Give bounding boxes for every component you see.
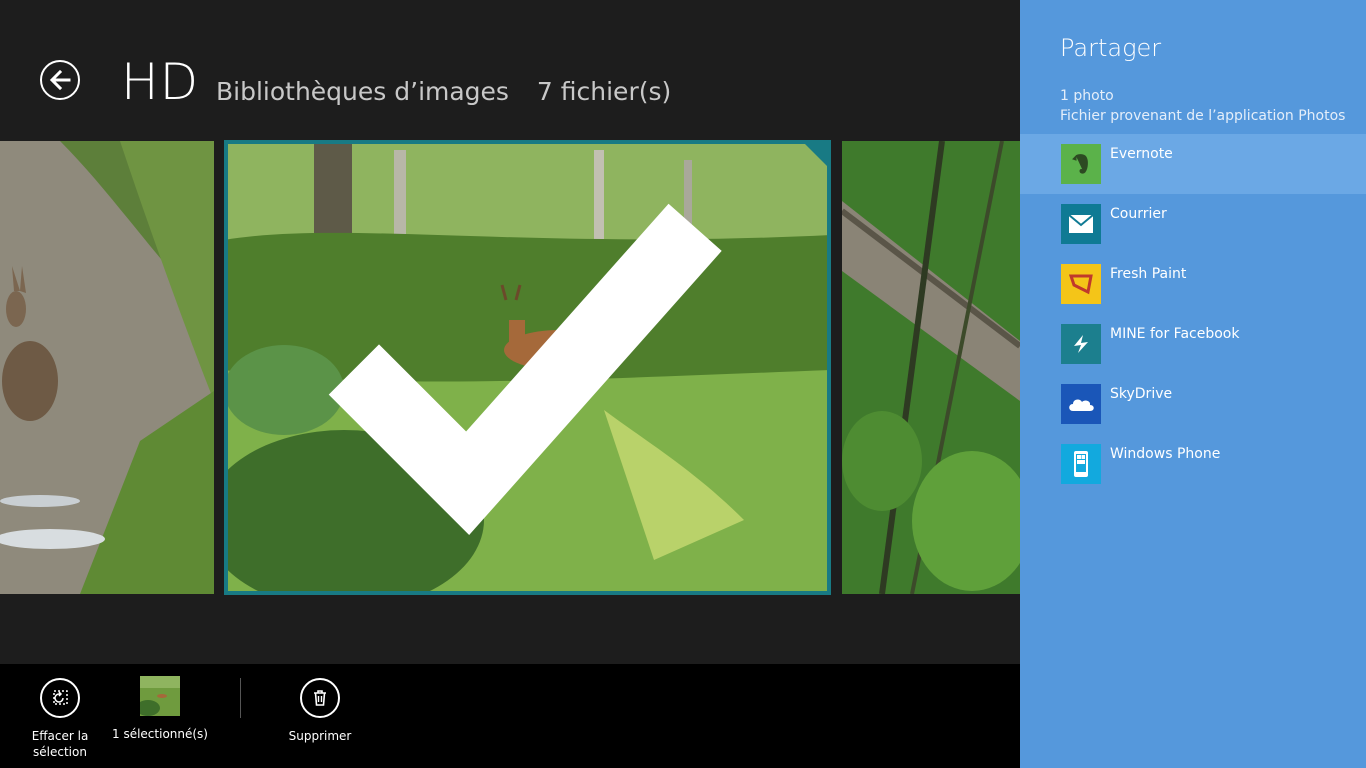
share-target-label: Fresh Paint: [1110, 266, 1187, 282]
selected-thumbnail: [140, 676, 180, 716]
selected-items-button[interactable]: 1 sélectionné(s): [110, 676, 210, 742]
clear-selection-label: Effacer la sélection: [31, 729, 89, 759]
photo-rabbit[interactable]: [0, 141, 214, 594]
share-info: 1 photo Fichier provenant de l’applicati…: [1060, 86, 1345, 126]
mine-facebook-icon: [1061, 324, 1101, 364]
photo-forest[interactable]: [842, 141, 1020, 594]
photo-deer-selected[interactable]: [224, 140, 831, 595]
checkmark-icon: [328, 203, 722, 536]
delete-button[interactable]: Supprimer: [280, 678, 360, 744]
share-target-label: Courrier: [1110, 206, 1167, 222]
rabbit-photo-image: [0, 141, 214, 594]
clear-selection-icon: [40, 678, 80, 718]
windows-phone-icon: [1061, 444, 1101, 484]
share-item-count: 1 photo: [1060, 88, 1114, 104]
delete-label: Supprimer: [288, 729, 352, 743]
share-target-mine-facebook[interactable]: MINE for Facebook: [1020, 314, 1366, 374]
share-target-label: Windows Phone: [1110, 446, 1221, 462]
mail-icon: [1061, 204, 1101, 244]
fresh-paint-icon: [1061, 264, 1101, 304]
trash-icon: [300, 678, 340, 718]
forest-photo-image: [842, 141, 1020, 594]
appbar-separator: [240, 678, 241, 718]
share-source: Fichier provenant de l’application Photo…: [1060, 108, 1346, 124]
share-title: Partager: [1060, 34, 1162, 62]
share-target-label: SkyDrive: [1110, 386, 1173, 402]
share-target-label: MINE for Facebook: [1110, 326, 1240, 342]
app-bar: Effacer la sélection 1 sélectionné(s) Su…: [0, 664, 1020, 768]
skydrive-icon: [1061, 384, 1101, 424]
share-target-windows-phone[interactable]: Windows Phone: [1020, 434, 1366, 494]
back-arrow-icon: [49, 69, 71, 91]
clear-selection-button[interactable]: Effacer la sélection: [20, 678, 100, 760]
share-target-fresh-paint[interactable]: Fresh Paint: [1020, 254, 1366, 314]
share-target-skydrive[interactable]: SkyDrive: [1020, 374, 1366, 434]
page-title: HD: [121, 53, 200, 111]
share-target-courrier[interactable]: Courrier: [1020, 194, 1366, 254]
page-subtitle: Bibliothèques d’images 7 fichier(s): [216, 76, 671, 108]
share-target-evernote[interactable]: Evernote: [1020, 134, 1366, 194]
back-button[interactable]: [40, 60, 80, 100]
share-targets-list: Evernote Courrier Fresh Paint MINE for F…: [1020, 134, 1366, 494]
share-target-label: Evernote: [1110, 146, 1173, 162]
share-pane: Partager 1 photo Fichier provenant de l’…: [1020, 0, 1366, 768]
evernote-icon: [1061, 144, 1101, 184]
library-name: Bibliothèques d’images: [216, 77, 509, 106]
selected-count-label: 1 sélectionné(s): [112, 727, 208, 741]
file-count: 7 fichier(s): [536, 77, 672, 106]
